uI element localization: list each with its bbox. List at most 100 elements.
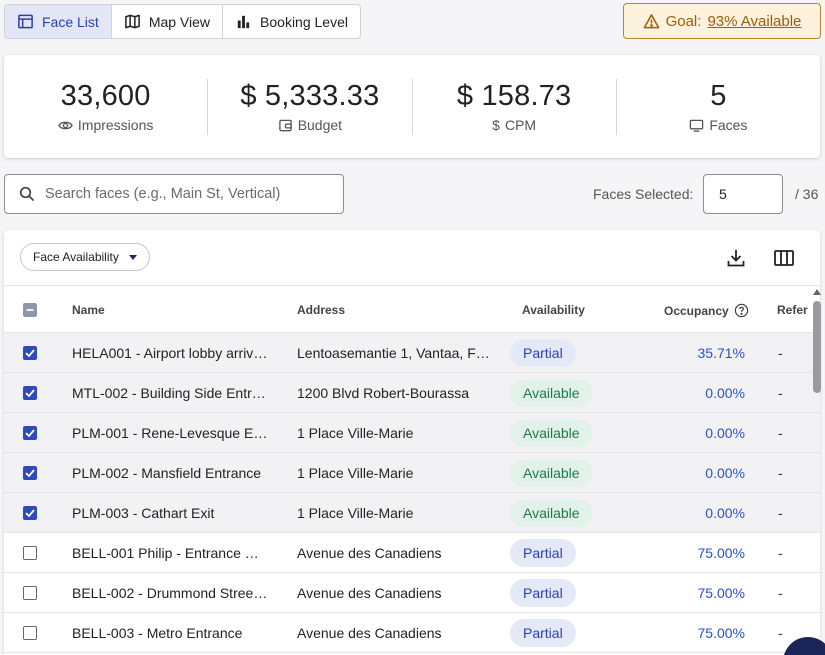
row-checkbox[interactable]	[23, 346, 37, 360]
table-row[interactable]: BELL-003 - Metro Entrance Avenue des Cana…	[4, 613, 820, 653]
help-icon[interactable]	[734, 303, 749, 318]
search-box[interactable]	[4, 174, 344, 214]
column-availability[interactable]: Availability	[522, 303, 585, 317]
filter-label: Face Availability	[33, 250, 119, 264]
search-input[interactable]	[45, 186, 335, 202]
cell-name: BELL-001 Philip - Entrance Street	[72, 545, 268, 561]
search-icon	[19, 186, 35, 202]
goal-prefix: Goal:	[665, 12, 702, 30]
column-reference[interactable]: Refer	[777, 303, 808, 317]
cell-occupancy: 75.00%	[697, 625, 745, 641]
cell-address: 1 Place Ville-Marie	[297, 465, 414, 481]
tab-map-view[interactable]: Map View	[112, 5, 224, 38]
column-name[interactable]: Name	[72, 303, 105, 317]
stat-label: Budget	[297, 117, 343, 133]
cell-name: PLM-001 - Rene-Levesque Entrance	[72, 425, 268, 441]
tab-booking-level-label: Booking Level	[260, 13, 348, 30]
cell-name: HELA001 - Airport lobby arrivals	[72, 345, 268, 361]
availability-badge: Available	[510, 499, 593, 527]
table-body: HELA001 - Airport lobby arrivals Lentoase…	[4, 333, 820, 653]
scroll-thumb[interactable]	[813, 301, 821, 393]
table-row[interactable]: BELL-001 Philip - Entrance Street Avenue …	[4, 533, 820, 573]
cell-occupancy: 0.00%	[705, 385, 745, 401]
stat-faces: 5 Faces	[617, 79, 820, 135]
availability-badge: Partial	[510, 539, 576, 567]
cell-name: BELL-002 - Drummond Street Entrance	[72, 585, 268, 601]
cell-occupancy: 75.00%	[697, 585, 745, 601]
goal-banner[interactable]: Goal: 93% Available	[623, 3, 821, 39]
cell-reference: -	[778, 545, 783, 561]
row-checkbox[interactable]	[23, 466, 37, 480]
cell-address: 1 Place Ville-Marie	[297, 505, 414, 521]
check-icon	[25, 509, 35, 518]
row-checkbox[interactable]	[23, 426, 37, 440]
availability-badge: Available	[510, 419, 593, 447]
tab-face-list[interactable]: Face List	[5, 5, 112, 38]
cell-address: Avenue des Canadiens	[297, 625, 442, 641]
faces-total: / 36	[795, 186, 819, 202]
monitor-icon	[690, 119, 704, 132]
dollar-icon: $	[492, 117, 500, 133]
cell-occupancy: 0.00%	[705, 425, 745, 441]
stat-value: $ 5,333.33	[240, 80, 380, 112]
stat-value: 33,600	[60, 80, 151, 112]
stat-label: Faces	[709, 117, 748, 133]
table-row[interactable]: BELL-002 - Drummond Street Entrance Avenu…	[4, 573, 820, 613]
face-availability-filter[interactable]: Face Availability	[20, 243, 150, 271]
tab-map-view-label: Map View	[148, 13, 211, 30]
column-occupancy[interactable]: Occupancy	[664, 303, 749, 318]
goal-value[interactable]: 93% Available	[707, 13, 801, 30]
table-row[interactable]: HELA001 - Airport lobby arrivals Lentoase…	[4, 333, 820, 373]
row-checkbox[interactable]	[23, 386, 37, 400]
table-row[interactable]: MTL-002 - Building Side Entrance 1200 Blv…	[4, 373, 820, 413]
stat-value: $ 158.73	[456, 80, 572, 112]
cell-reference: -	[778, 425, 783, 441]
table-scrollbar[interactable]	[812, 287, 822, 655]
cell-reference: -	[778, 385, 783, 401]
availability-badge: Partial	[510, 579, 576, 607]
cell-occupancy: 0.00%	[705, 465, 745, 481]
cell-reference: -	[778, 465, 783, 481]
column-address[interactable]: Address	[297, 303, 345, 317]
stat-impressions: 33,600 Impressions	[4, 78, 209, 135]
check-icon	[25, 429, 35, 438]
stat-label: CPM	[504, 117, 537, 133]
scroll-up-icon[interactable]	[813, 289, 821, 295]
row-checkbox[interactable]	[23, 506, 37, 520]
cell-reference: -	[778, 505, 783, 521]
cell-address: 1200 Blvd Robert-Bourassa	[297, 385, 469, 401]
availability-badge: Partial	[510, 339, 576, 367]
row-checkbox[interactable]	[23, 546, 37, 560]
tab-booking-level[interactable]: Booking Level	[223, 5, 360, 38]
cell-name: BELL-003 - Metro Entrance	[72, 625, 243, 641]
availability-badge: Available	[510, 459, 593, 487]
view-tabs: Face List Map View Booking Level	[4, 4, 361, 39]
check-icon	[25, 349, 35, 358]
bar-chart-icon	[237, 15, 250, 29]
cell-occupancy: 75.00%	[697, 545, 745, 561]
select-all-checkbox[interactable]	[23, 303, 37, 317]
tab-face-list-label: Face List	[42, 13, 99, 30]
cell-address: Avenue des Canadiens	[297, 545, 442, 561]
download-icon[interactable]	[725, 247, 747, 269]
row-checkbox[interactable]	[23, 626, 37, 640]
table-header: Name Address Availability Occupancy Refe…	[4, 285, 820, 333]
check-icon	[25, 469, 35, 478]
row-checkbox[interactable]	[23, 586, 37, 600]
map-icon	[124, 14, 140, 29]
stat-budget: $ 5,333.33 Budget	[208, 78, 413, 135]
faces-selected-input[interactable]	[703, 174, 783, 214]
stat-cpm: $ 158.73 $ CPM	[413, 78, 617, 135]
faces-selected-label: Faces Selected:	[593, 186, 694, 202]
columns-icon[interactable]	[773, 247, 795, 269]
table-row[interactable]: PLM-001 - Rene-Levesque Entrance 1 Place …	[4, 413, 820, 453]
table-row[interactable]: PLM-003 - Cathart Exit 1 Place Ville-Mari…	[4, 493, 820, 533]
cell-occupancy: 0.00%	[705, 505, 745, 521]
table-toolbar: Face Availability	[4, 230, 820, 285]
warning-icon	[643, 13, 659, 28]
check-icon	[25, 389, 35, 398]
cell-reference: -	[778, 625, 783, 641]
table-row[interactable]: PLM-002 - Mansfield Entrance 1 Place Vill…	[4, 453, 820, 493]
cell-name: MTL-002 - Building Side Entrance	[72, 385, 268, 401]
minus-icon	[26, 309, 34, 311]
